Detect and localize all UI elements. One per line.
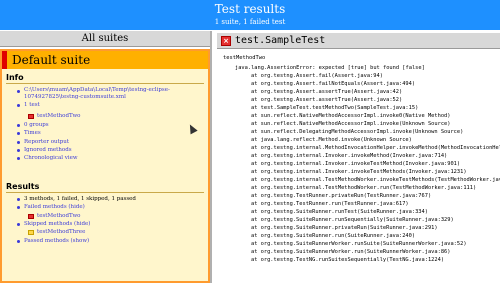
stack-frame-line: at org.testng.SuiteRunnerWorker.runSuite… bbox=[251, 241, 467, 248]
stack-frame-line: at org.testng.SuiteRunner.run(SuiteRunne… bbox=[251, 233, 416, 240]
results-divider bbox=[6, 192, 204, 193]
info-divider bbox=[6, 83, 204, 84]
stack-frame-line: at org.testng.internal.TestMethodWorker.… bbox=[251, 177, 500, 184]
failure-indicator bbox=[2, 51, 7, 69]
stack-frame-line: at org.testng.TestRunner.run(TestRunner.… bbox=[251, 201, 409, 208]
chronological-view-link[interactable]: Chronological view bbox=[16, 154, 78, 162]
ignored-methods-link[interactable]: Ignored methods bbox=[16, 146, 78, 154]
suite-panel: Default suite Info C:\Users\muam\AppData… bbox=[0, 49, 210, 283]
all-suites-header[interactable]: All suites bbox=[0, 31, 210, 47]
stack-frame-line: at org.testng.TestNG.runSuitesSequential… bbox=[251, 257, 445, 264]
times-link[interactable]: Times bbox=[16, 129, 78, 137]
stack-trace: java.lang.AssertionError: expected [true… bbox=[231, 64, 500, 264]
failed-method-link[interactable]: testMethodTwo bbox=[28, 212, 80, 220]
stack-frame-line: at org.testng.Assert.failNotEquals(Asser… bbox=[251, 81, 416, 88]
stack-frame-line: at sun.reflect.NativeMethodAccessorImpl.… bbox=[251, 121, 451, 128]
stack-frame-line: at sun.reflect.DelegatingMethodAccessorI… bbox=[251, 129, 464, 136]
suites-pane: All suites Default suite Info C:\Users\m… bbox=[0, 31, 212, 283]
skipped-icon bbox=[28, 230, 34, 235]
stack-frame-line: at org.testng.internal.Invoker.invokeTes… bbox=[251, 169, 467, 176]
suite-header[interactable]: Default suite bbox=[2, 51, 208, 69]
suite-name: Default suite bbox=[12, 53, 91, 67]
failed-x-icon: × bbox=[221, 36, 231, 46]
stack-frame-line: at org.testng.internal.MethodInvocationH… bbox=[251, 145, 500, 152]
stack-frame-line: at org.testng.SuiteRunner.privateRun(Sui… bbox=[251, 225, 438, 232]
stack-frame-line: at org.testng.internal.Invoker.invokeTes… bbox=[251, 161, 461, 168]
test-count-link[interactable]: 1 test bbox=[16, 101, 208, 109]
test-class-title: test.SampleTest bbox=[235, 35, 326, 46]
stack-frame-line: at org.testng.Assert.assertTrue(Assert.j… bbox=[251, 97, 403, 104]
results-list-passed: Passed methods (show) bbox=[16, 237, 89, 245]
passed-methods-toggle[interactable]: Passed methods (show) bbox=[16, 237, 89, 245]
suite-file-link[interactable]: C:\Users\muam\AppData\Local\Temp\testng-… bbox=[16, 87, 208, 101]
failed-icon bbox=[28, 114, 34, 119]
skipped-method-label: testMethodThree bbox=[37, 229, 86, 235]
stack-frame-line: at test.SampleTest.testMethodTwo(SampleT… bbox=[251, 105, 419, 112]
detail-pane: × test.SampleTest testMethodTwo java.lan… bbox=[217, 31, 500, 283]
info-list: C:\Users\muam\AppData\Local\Temp\testng-… bbox=[16, 87, 208, 109]
failed-method-label: testMethodTwo bbox=[37, 213, 81, 219]
failed-method-name: testMethodTwo bbox=[223, 55, 266, 61]
info-title: Info bbox=[6, 73, 24, 82]
results-title: Results bbox=[6, 182, 40, 191]
report-header: Test results 1 suite, 1 failed test bbox=[0, 0, 500, 30]
stack-frame-line: at org.testng.SuiteRunner.runSequentiall… bbox=[251, 217, 454, 224]
reporter-output-link[interactable]: Reporter output bbox=[16, 138, 78, 146]
skipped-method-link[interactable]: testMethodThree bbox=[28, 228, 85, 236]
info-list-more: 0 groups Times Reporter output Ignored m… bbox=[16, 121, 78, 162]
groups-link[interactable]: 0 groups bbox=[16, 121, 78, 129]
exception-line: java.lang.AssertionError: expected [true… bbox=[235, 65, 425, 71]
results-summary: 3 methods, 1 failed, 1 skipped, 1 passed bbox=[16, 195, 136, 203]
failed-icon bbox=[28, 214, 34, 219]
test-count-label: 1 test bbox=[24, 102, 40, 108]
results-list: 3 methods, 1 failed, 1 skipped, 1 passed… bbox=[16, 195, 136, 212]
stack-frame-line: at org.testng.Assert.fail(Assert.java:94… bbox=[251, 73, 383, 80]
stack-frame-line: at java.lang.reflect.Method.invoke(Unkno… bbox=[251, 137, 412, 144]
stack-trace-panel: testMethodTwo java.lang.AssertionError: … bbox=[217, 53, 500, 283]
stack-frame-line: at org.testng.TestRunner.privateRun(Test… bbox=[251, 193, 432, 200]
report-subtitle: 1 suite, 1 failed test bbox=[214, 18, 286, 26]
stack-frame-line: at org.testng.SuiteRunnerWorker.run(Suit… bbox=[251, 249, 451, 256]
stack-frame-line: at org.testng.internal.Invoker.invokeMet… bbox=[251, 153, 448, 160]
stack-frame-line: at org.testng.Assert.assertTrue(Assert.j… bbox=[251, 89, 403, 96]
test-method-label: testMethodTwo bbox=[37, 113, 81, 119]
stack-frame-line: at org.testng.SuiteRunner.runTest(SuiteR… bbox=[251, 209, 428, 216]
report-title: Test results bbox=[214, 2, 286, 16]
stack-frame-line: at sun.reflect.NativeMethodAccessorImpl.… bbox=[251, 113, 451, 120]
stack-frame-line: at org.testng.internal.TestMethodWorker.… bbox=[251, 185, 477, 192]
failed-methods-toggle[interactable]: Failed methods (hide) bbox=[16, 203, 136, 211]
test-method-link[interactable]: testMethodTwo bbox=[28, 112, 80, 120]
test-header[interactable]: × test.SampleTest bbox=[217, 33, 500, 49]
